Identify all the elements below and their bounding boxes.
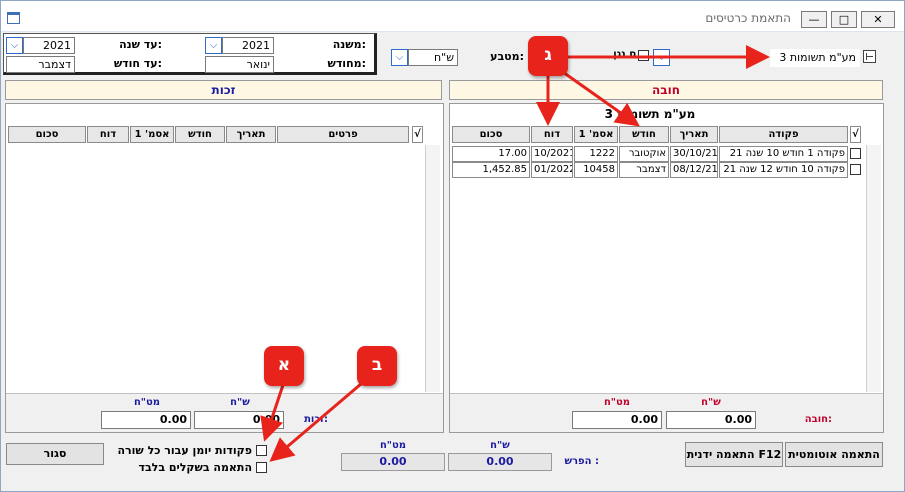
callout-b: ב bbox=[357, 346, 397, 386]
arrow-a-to-journal-option bbox=[260, 381, 286, 442]
callout-a: א bbox=[264, 346, 304, 386]
arrow-b-to-shekel-option bbox=[269, 376, 369, 462]
arrow-c-to-month-column bbox=[559, 68, 640, 127]
callout-c: ג bbox=[528, 36, 568, 76]
annotation-arrows bbox=[260, 45, 770, 462]
